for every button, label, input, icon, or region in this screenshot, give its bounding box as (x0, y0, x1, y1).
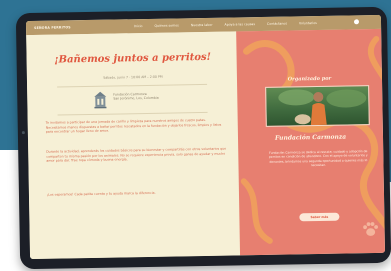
brand-logo-text[interactable]: SEÑORA PERRITOS (34, 25, 104, 30)
nav-item-quienes-somos[interactable]: Quiénes somos (154, 23, 178, 27)
description-paragraph: Te invitamos a participar de una jornada… (45, 117, 222, 134)
event-details-panel: ¡Bañemos juntos a perritos! Sábado, juni… (26, 31, 241, 260)
building-icon (94, 91, 107, 109)
tablet-device: SEÑORA PERRITOS Inicio Quiénes somos Nue… (15, 6, 391, 270)
nav-item-apoya[interactable]: Apoya a las causas (224, 22, 255, 27)
event-title: ¡Bañemos juntos a perritos! (54, 51, 212, 66)
paw-print-icon (363, 222, 378, 236)
divider (57, 83, 208, 88)
event-venue: Fundación Carmonza San Jerónimo, Los, Co… (113, 91, 159, 101)
nav-menu: Inicio Quiénes somos Nuestra labor Apoya… (134, 21, 317, 28)
tablet-screen: SEÑORA PERRITOS Inicio Quiénes somos Nue… (25, 14, 386, 260)
event-date: Sábado, junio 7 · 10:00 AM – 2:00 PM (103, 74, 163, 80)
organizer-photo (265, 85, 370, 127)
organizer-panel: Organizado por Fundación Carmonza Fundac… (236, 28, 386, 256)
divider (57, 111, 208, 116)
nav-item-nuestra-labor[interactable]: Nuestra labor (191, 23, 213, 27)
nav-item-inicio[interactable]: Inicio (134, 24, 143, 28)
person-with-dog-image (278, 89, 367, 126)
nav-item-contactanos[interactable]: Contáctanos (267, 22, 287, 26)
camera-icon (21, 131, 25, 135)
organizer-description: Fundación Carmonza se dedica al rescate,… (268, 149, 368, 168)
description-closing: ¡Los esperamos! Cada patita cuenta y tu … (46, 190, 156, 197)
profile-icon[interactable] (353, 19, 360, 25)
nav-item-voluntarios[interactable]: Voluntarios (299, 21, 317, 25)
learn-more-button[interactable]: Saber más (299, 212, 340, 222)
description-paragraph: Durante la actividad, aprenderás los cui… (46, 146, 227, 163)
